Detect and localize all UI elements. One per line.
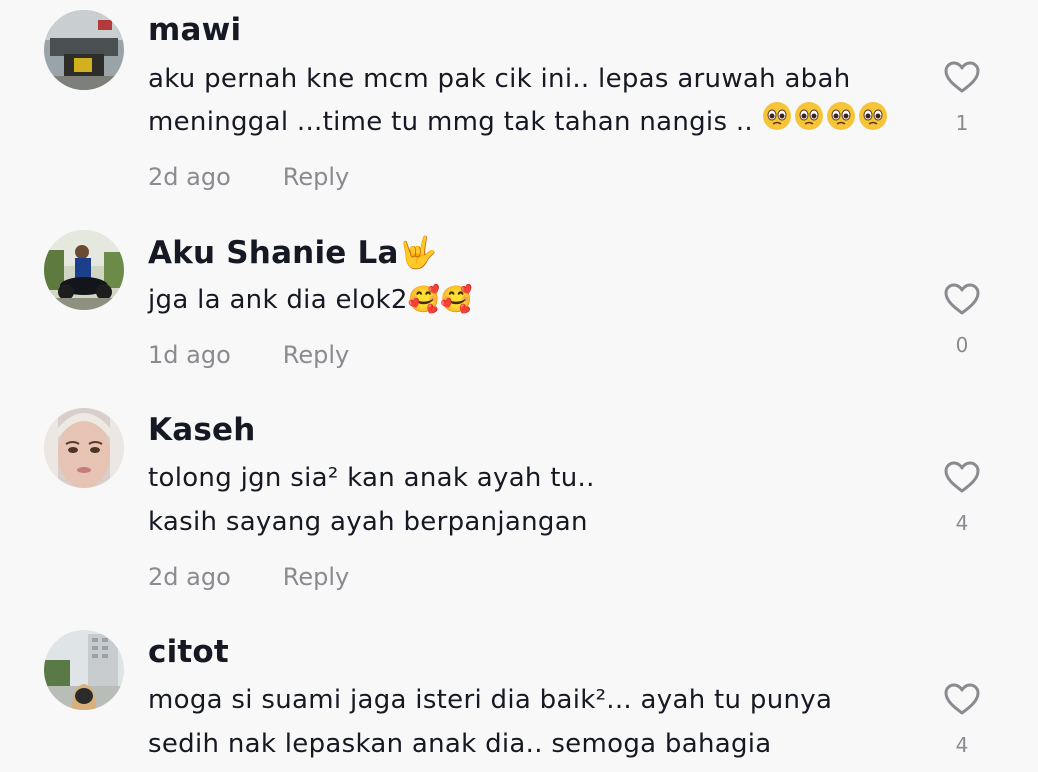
reply-button[interactable]: Reply [283, 563, 349, 591]
avatar[interactable] [44, 230, 124, 310]
comment-username[interactable]: citot [148, 634, 229, 670]
comment-text: jga la ank dia elok2🥰🥰 [148, 285, 474, 315]
comment-text: meninggal ...time tu mmg tak tahan nangi… [148, 102, 890, 138]
comment-text: sedih nak lepaskan anak dia.. semoga bah… [148, 729, 772, 759]
avatar[interactable] [44, 630, 124, 710]
like-button[interactable] [943, 682, 981, 716]
comment-text-segment: meninggal ...time tu mmg tak tahan nangi… [148, 107, 762, 137]
comment-text: moga si suami jaga isteri dia baik²... a… [148, 685, 833, 715]
comment-username[interactable]: Aku Shanie La🤟 [148, 234, 437, 271]
heart-outline-icon [944, 283, 980, 315]
avatar[interactable] [44, 10, 124, 90]
like-count: 0 [955, 333, 969, 357]
avatar[interactable] [44, 408, 124, 488]
comment-time: 2d ago [148, 163, 231, 191]
heart-outline-icon [944, 683, 980, 715]
pleading-face-emoji [762, 101, 890, 138]
reply-button[interactable]: Reply [283, 163, 349, 191]
comment-time: 2d ago [148, 563, 231, 591]
comment-text: tolong jgn sia² kan anak ayah tu.. [148, 463, 595, 493]
comment-text: kasih sayang ayah berpanjangan [148, 507, 588, 537]
comment-username[interactable]: Kaseh [148, 412, 256, 448]
comment-meta: 1d ago Reply [148, 341, 349, 369]
like-button[interactable] [943, 282, 981, 316]
comment-text-segment: tolong jgn sia² kan anak ayah tu.. [148, 463, 595, 493]
comment-meta: 2d ago Reply [148, 163, 349, 191]
comment-text: aku pernah kne mcm pak cik ini.. lepas a… [148, 64, 851, 94]
comment-time: 1d ago [148, 341, 231, 369]
comment-username[interactable]: mawi [148, 12, 241, 48]
like-button[interactable] [943, 460, 981, 494]
heart-outline-icon [944, 461, 980, 493]
reply-button[interactable]: Reply [283, 341, 349, 369]
heart-outline-icon [944, 61, 980, 93]
like-button[interactable] [943, 60, 981, 94]
like-count: 4 [955, 511, 969, 535]
like-count: 4 [955, 733, 969, 757]
comment-meta: 2d ago Reply [148, 563, 349, 591]
like-count: 1 [955, 111, 969, 135]
